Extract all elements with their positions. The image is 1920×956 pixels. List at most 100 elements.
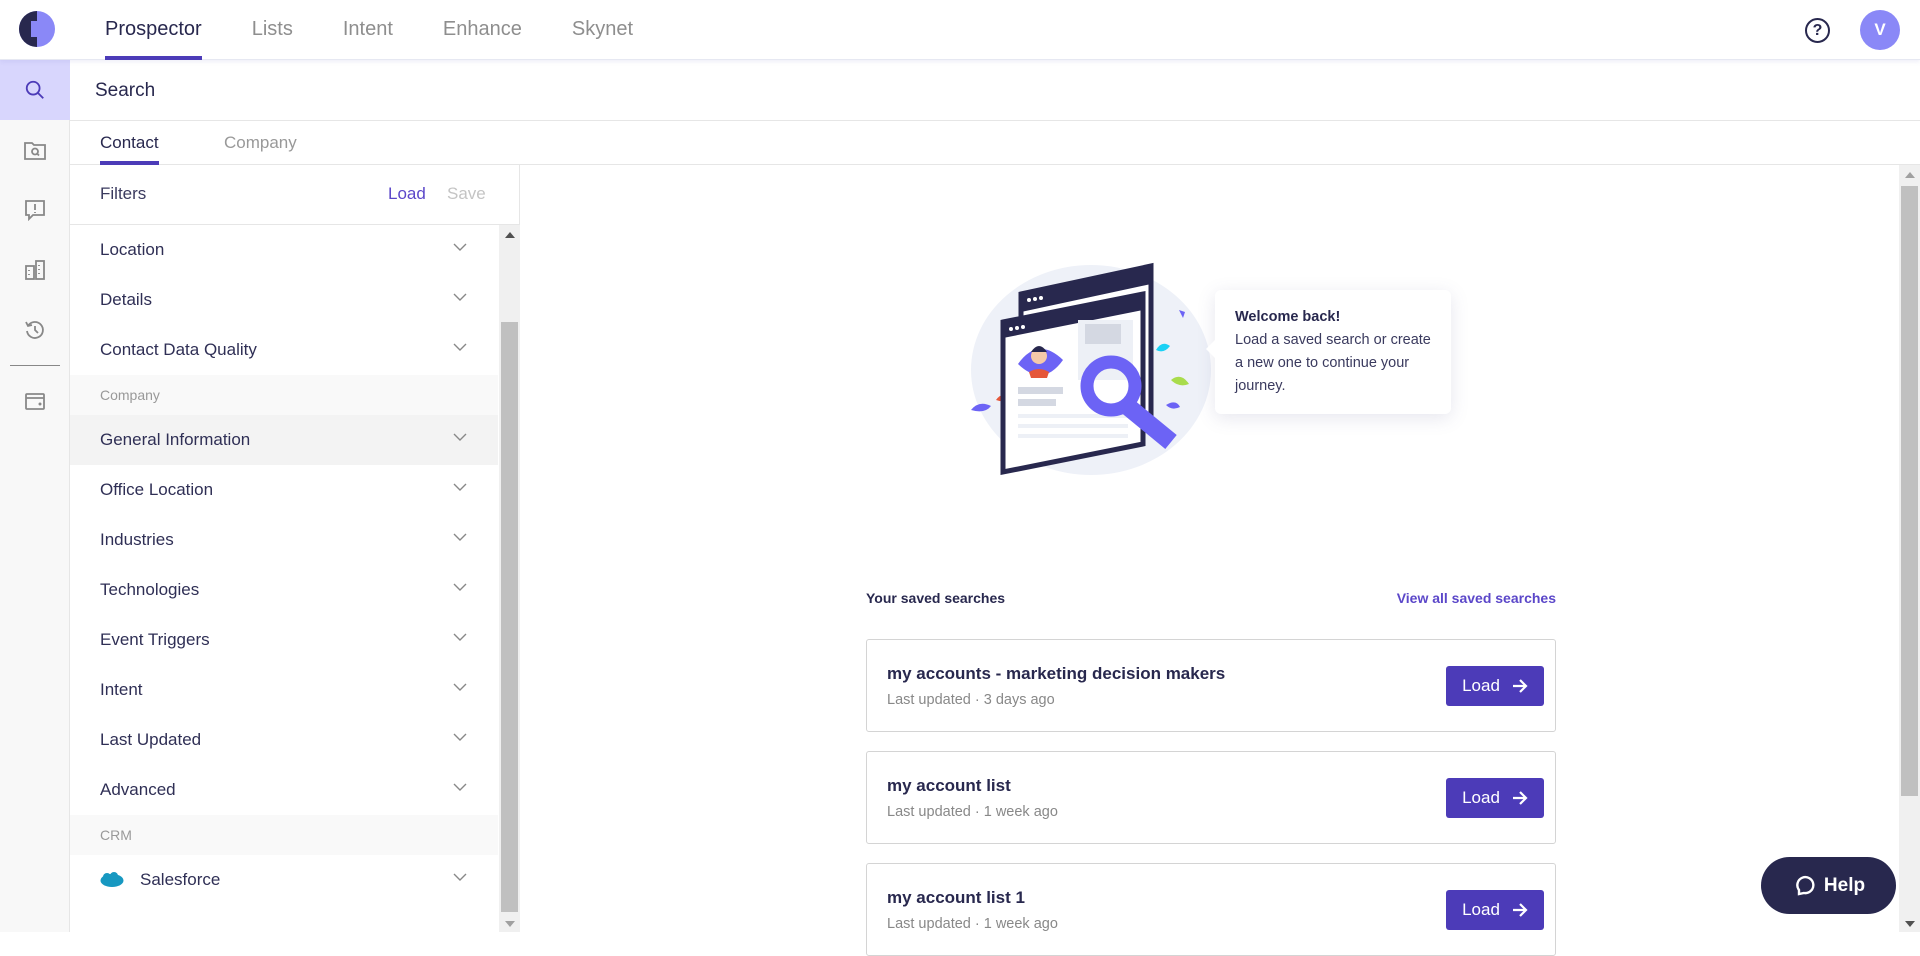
filter-location[interactable]: Location — [70, 225, 498, 275]
chevron-down-icon — [453, 533, 467, 541]
alert-message-icon — [25, 200, 45, 221]
load-saved-search-button[interactable]: Load — [1446, 890, 1544, 930]
filter-event-triggers[interactable]: Event Triggers — [70, 615, 498, 665]
scroll-up-arrow-icon[interactable] — [505, 232, 515, 238]
filter-intent[interactable]: Intent — [70, 665, 498, 715]
filter-details[interactable]: Details — [70, 275, 498, 325]
saved-search-updated: Last updated · 1 week ago — [887, 804, 1058, 820]
search-illustration — [971, 262, 1211, 476]
top-bar: Prospector Lists Intent Enhance Skynet ?… — [0, 0, 1920, 60]
search-type-tabs: Contact Company — [70, 121, 1920, 165]
filter-office-location[interactable]: Office Location — [70, 465, 498, 515]
buildings-icon — [25, 260, 45, 280]
section-label-company: Company — [70, 375, 498, 415]
filter-label: Location — [100, 240, 165, 259]
scroll-up-arrow-icon[interactable] — [1905, 172, 1915, 178]
filter-label: Technologies — [100, 580, 200, 599]
folder-search-icon — [24, 142, 46, 160]
filters-scrollbar[interactable] — [499, 225, 520, 932]
saved-search-updated: Last updated · 3 days ago — [887, 692, 1055, 708]
load-saved-search-button[interactable]: Load — [1446, 666, 1544, 706]
load-label: Load — [1462, 788, 1500, 807]
question-circle-icon[interactable]: ? — [1805, 18, 1830, 43]
welcome-title: Welcome back! — [1235, 309, 1341, 325]
saved-search-name: my accounts - marketing decision makers — [887, 664, 1226, 683]
welcome-body: Load a saved search or create a new one … — [1235, 332, 1431, 394]
scrollbar-thumb[interactable] — [1901, 186, 1918, 796]
filters-title: Filters — [100, 184, 147, 203]
view-all-saved-searches-link[interactable]: View all saved searches — [1397, 590, 1556, 606]
saved-search-name: my account list 1 — [887, 888, 1025, 907]
filter-label: Intent — [100, 680, 143, 699]
rail-item-history[interactable] — [0, 300, 70, 360]
load-label: Load — [1462, 900, 1500, 919]
rail-item-credits[interactable] — [0, 371, 70, 431]
rail-item-saved-searches[interactable] — [0, 120, 70, 180]
nav-tab-prospector[interactable]: Prospector — [105, 0, 202, 60]
filters-panel: Filters Load Save Location Details Conta… — [70, 165, 520, 932]
filter-industries[interactable]: Industries — [70, 515, 498, 565]
filter-label: Industries — [100, 530, 174, 549]
rail-item-alerts[interactable] — [0, 180, 70, 240]
section-label-crm: CRM — [70, 815, 498, 855]
nav-tab-intent[interactable]: Intent — [343, 0, 393, 60]
rail-item-companies[interactable] — [0, 240, 70, 300]
chevron-down-icon — [453, 343, 467, 351]
search-header: Search — [70, 60, 1920, 121]
help-label: Help — [1823, 874, 1866, 896]
scroll-down-arrow-icon[interactable] — [505, 921, 515, 927]
saved-search-card: my account list Last updated · 1 week ag… — [866, 751, 1556, 844]
left-rail — [0, 60, 70, 932]
filter-label: Last Updated — [100, 730, 202, 749]
search-icon — [25, 80, 44, 99]
history-icon — [25, 321, 44, 339]
saved-search-updated: Last updated · 1 week ago — [887, 916, 1058, 932]
arrow-right-icon — [1512, 903, 1528, 917]
tab-company[interactable]: Company — [224, 133, 297, 165]
saved-search-card: my account list 1 Last updated · 1 week … — [866, 863, 1556, 956]
arrow-right-icon — [1512, 791, 1528, 805]
load-label: Load — [1462, 676, 1500, 695]
saved-search-card: my accounts - marketing decision makers … — [866, 639, 1556, 732]
filter-label: Salesforce — [140, 870, 221, 889]
filter-label: Contact Data Quality — [100, 340, 257, 359]
app-logo-icon[interactable] — [19, 11, 55, 47]
chevron-down-icon — [453, 583, 467, 591]
load-saved-search-button[interactable]: Load — [1446, 778, 1544, 818]
filter-technologies[interactable]: Technologies — [70, 565, 498, 615]
salesforce-logo-icon — [100, 872, 124, 887]
main-scrollbar[interactable] — [1899, 165, 1920, 932]
chevron-down-icon — [453, 633, 467, 641]
rail-divider — [10, 365, 60, 366]
filter-general-information[interactable]: General Information — [70, 415, 498, 465]
filter-last-updated[interactable]: Last Updated — [70, 715, 498, 765]
page-title: Search — [95, 80, 156, 101]
chat-bubble-icon — [1796, 875, 1815, 895]
chevron-down-icon — [453, 433, 467, 441]
main-nav: Prospector Lists Intent Enhance Skynet — [105, 0, 683, 60]
scrollbar-thumb[interactable] — [501, 322, 518, 912]
load-filters-button[interactable]: Load — [388, 184, 426, 204]
main-content: Welcome back! Load a saved search or cre… — [521, 165, 1899, 956]
rail-item-search[interactable] — [0, 60, 70, 120]
saved-searches-title: Your saved searches — [866, 590, 1006, 606]
nav-tab-lists[interactable]: Lists — [252, 0, 293, 60]
chevron-down-icon — [453, 783, 467, 791]
filters-header: Filters Load Save — [70, 165, 519, 225]
filter-label: Event Triggers — [100, 630, 210, 649]
help-chat-button[interactable]: Help — [1761, 857, 1896, 914]
welcome-tooltip: Welcome back! Load a saved search or cre… — [1206, 290, 1451, 414]
filter-label: Details — [100, 290, 152, 309]
scroll-down-arrow-icon[interactable] — [1905, 921, 1915, 927]
user-avatar[interactable]: V — [1860, 10, 1900, 50]
filter-contact-data-quality[interactable]: Contact Data Quality — [70, 325, 498, 375]
chevron-down-icon — [453, 733, 467, 741]
wallet-icon — [25, 393, 45, 410]
filter-salesforce[interactable]: Salesforce — [70, 855, 498, 905]
save-filters-button[interactable]: Save — [447, 184, 486, 204]
nav-tab-skynet[interactable]: Skynet — [572, 0, 633, 60]
chevron-down-icon — [453, 483, 467, 491]
filter-advanced[interactable]: Advanced — [70, 765, 498, 815]
nav-tab-enhance[interactable]: Enhance — [443, 0, 522, 60]
tab-contact[interactable]: Contact — [100, 133, 159, 165]
